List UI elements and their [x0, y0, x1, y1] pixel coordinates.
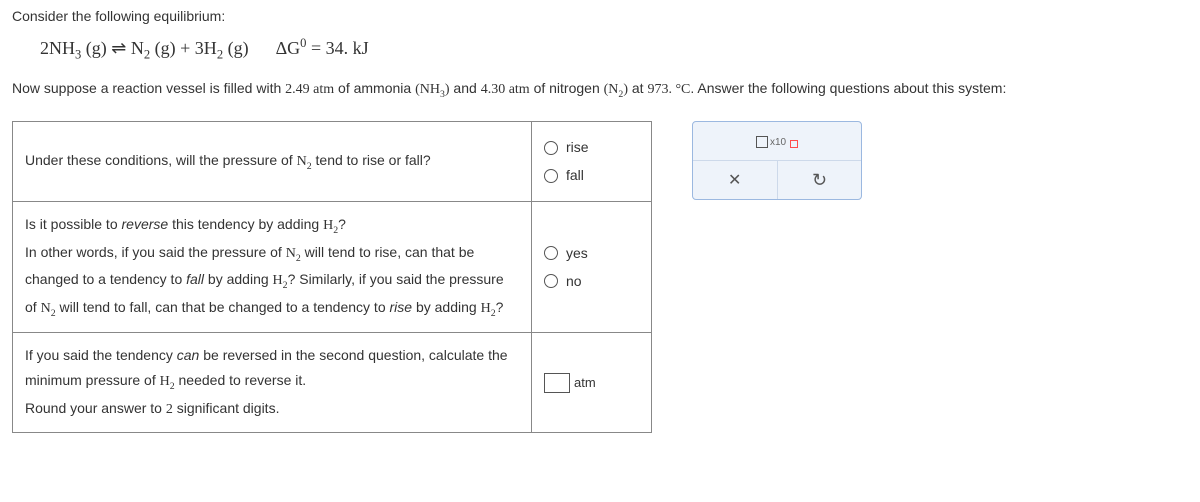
radio-icon	[544, 141, 558, 155]
q1-text: Under these conditions, will the pressur…	[13, 122, 532, 202]
q2-no-option[interactable]: no	[544, 269, 639, 294]
close-icon: ✕	[728, 170, 741, 190]
exponent-icon	[790, 140, 798, 148]
pressure-input[interactable]	[544, 373, 570, 393]
radio-icon	[544, 274, 558, 288]
radio-icon	[544, 246, 558, 260]
q2-answers: yes no	[532, 202, 652, 333]
q1-answers: rise fall	[532, 122, 652, 202]
q2-yes-label: yes	[566, 241, 588, 266]
q1-fall-option[interactable]: fall	[544, 163, 639, 188]
scientific-notation-button[interactable]: x10	[756, 136, 798, 148]
clear-button[interactable]: ✕	[693, 161, 777, 199]
radio-icon	[544, 169, 558, 183]
question-table: Under these conditions, will the pressur…	[12, 121, 652, 433]
q3-answer: atm	[532, 333, 652, 433]
undo-icon: ↺	[812, 170, 827, 191]
q2-text: Is it possible to reverse this tendency …	[13, 202, 532, 333]
undo-button[interactable]: ↺	[777, 161, 862, 199]
q2-yes-option[interactable]: yes	[544, 241, 639, 266]
intro-text: Consider the following equilibrium:	[12, 8, 1188, 24]
unit-label: atm	[574, 375, 596, 390]
q1-rise-option[interactable]: rise	[544, 135, 639, 160]
q3-text: If you said the tendency can be reversed…	[13, 333, 532, 433]
answer-toolbar: x10 ✕ ↺	[692, 121, 862, 200]
question-prompt: Now suppose a reaction vessel is filled …	[12, 77, 1188, 103]
q2-no-label: no	[566, 269, 582, 294]
square-icon	[756, 136, 768, 148]
x10-label: x10	[770, 137, 786, 148]
equilibrium-equation: 2NH3 (g) ⇌ N2 (g) + 3H2 (g) ΔG0 = 34. kJ	[40, 36, 1188, 63]
q1-rise-label: rise	[566, 135, 589, 160]
q1-fall-label: fall	[566, 163, 584, 188]
